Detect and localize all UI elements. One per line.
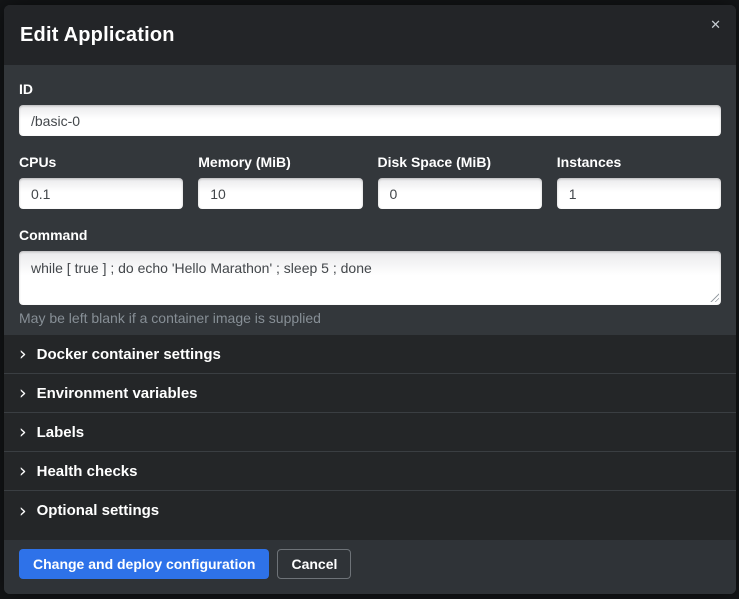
cpus-input[interactable] [19, 178, 183, 209]
memory-label: Memory (MiB) [198, 154, 362, 171]
resources-row: CPUs Memory (MiB) Disk Space (MiB) Insta… [19, 154, 721, 209]
section-label: Environment variables [37, 385, 198, 402]
instances-field-group: Instances [557, 154, 721, 209]
section-docker-container-settings[interactable]: › Docker container settings [4, 335, 736, 374]
instances-input[interactable] [557, 178, 721, 209]
id-input[interactable] [19, 105, 721, 136]
modal-header: Edit Application ✕ [4, 5, 736, 65]
chevron-right-icon: › [19, 386, 27, 400]
memory-field-group: Memory (MiB) [198, 154, 362, 209]
instances-label: Instances [557, 154, 721, 171]
screen-backdrop: Edit Application ✕ ID CPUs Memory (MiB) … [0, 0, 739, 599]
command-help-text: May be left blank if a container image i… [19, 310, 721, 326]
section-optional-settings[interactable]: › Optional settings [4, 491, 736, 530]
section-health-checks[interactable]: › Health checks [4, 452, 736, 491]
cancel-button[interactable]: Cancel [277, 549, 351, 579]
section-label: Optional settings [37, 502, 160, 519]
section-labels[interactable]: › Labels [4, 413, 736, 452]
section-label: Labels [37, 424, 85, 441]
collapsible-sections: › Docker container settings › Environmen… [4, 335, 736, 540]
command-textarea-wrap: while [ true ] ; do echo 'Hello Marathon… [19, 251, 721, 305]
disk-input[interactable] [378, 178, 542, 209]
command-label: Command [19, 227, 721, 244]
modal-footer: Change and deploy configuration Cancel [4, 540, 736, 594]
section-environment-variables[interactable]: › Environment variables [4, 374, 736, 413]
section-label: Health checks [37, 463, 138, 480]
change-and-deploy-button[interactable]: Change and deploy configuration [19, 549, 269, 579]
section-label: Docker container settings [37, 346, 221, 363]
chevron-right-icon: › [19, 504, 27, 518]
close-icon[interactable]: ✕ [710, 18, 721, 31]
id-field-group: ID [19, 81, 721, 136]
application-form: ID CPUs Memory (MiB) Disk Space (MiB) In [4, 65, 736, 335]
id-label: ID [19, 81, 721, 98]
edit-application-modal: Edit Application ✕ ID CPUs Memory (MiB) … [4, 5, 736, 594]
chevron-right-icon: › [19, 464, 27, 478]
disk-field-group: Disk Space (MiB) [378, 154, 542, 209]
command-field-group: Command while [ true ] ; do echo 'Hello … [19, 227, 721, 326]
cpus-field-group: CPUs [19, 154, 183, 209]
memory-input[interactable] [198, 178, 362, 209]
chevron-right-icon: › [19, 347, 27, 361]
chevron-right-icon: › [19, 425, 27, 439]
disk-label: Disk Space (MiB) [378, 154, 542, 171]
cpus-label: CPUs [19, 154, 183, 171]
modal-title: Edit Application [20, 24, 175, 47]
command-textarea[interactable]: while [ true ] ; do echo 'Hello Marathon… [19, 251, 721, 305]
